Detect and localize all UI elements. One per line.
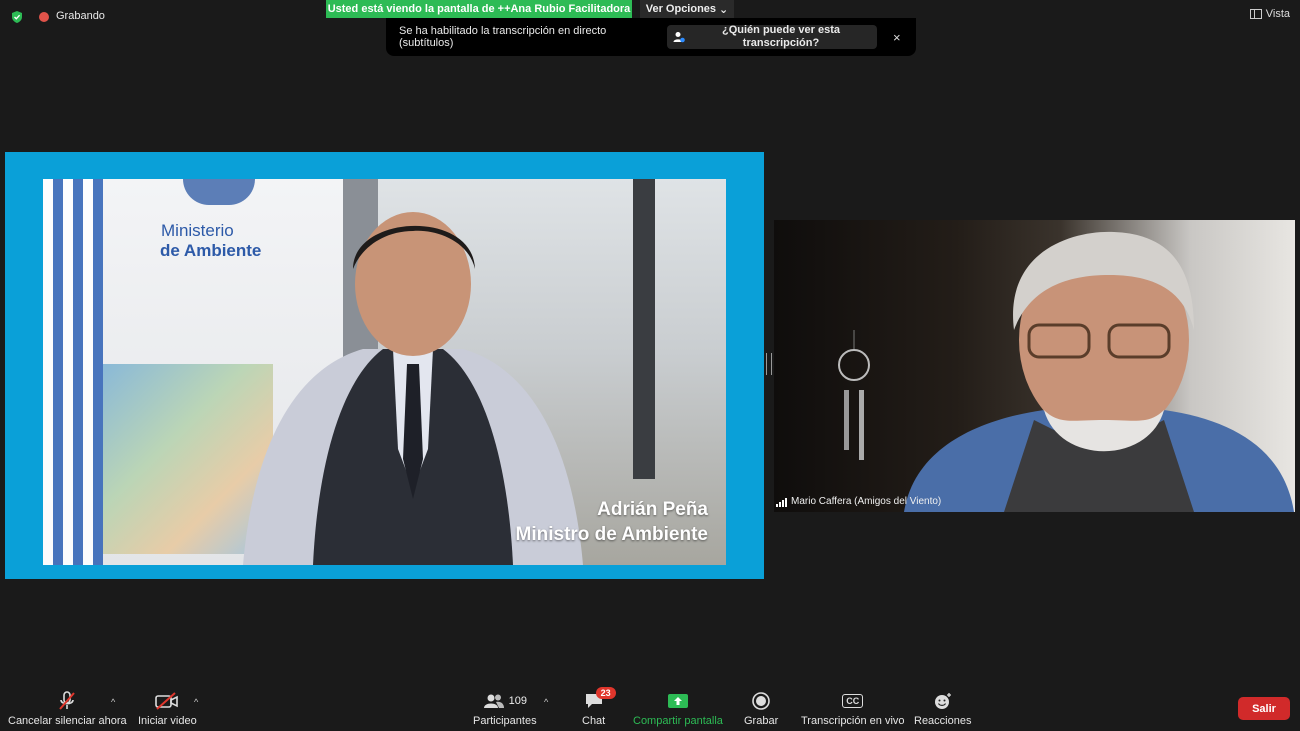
flag-graphic (43, 179, 103, 565)
shared-video-frame: Ministerio de Ambiente Adrián Peña Minis… (43, 179, 726, 565)
speaker-title-caption: Ministro de Ambiente (515, 524, 708, 545)
leave-button[interactable]: Salir (1238, 697, 1290, 720)
security-shield-icon[interactable] (10, 10, 24, 24)
reactions-button[interactable]: Reacciones (914, 690, 971, 730)
chat-icon-wrap: 23 (584, 687, 616, 712)
participants-button[interactable]: 109 Participantes (473, 690, 537, 730)
reactions-label: Reacciones (914, 715, 972, 727)
closed-caption-icon: CC (842, 690, 864, 712)
speaker-figure (243, 212, 583, 565)
microphone-muted-icon (58, 690, 76, 712)
participant-name: Mario Caffera (Amigos del Viento) (791, 496, 942, 507)
screen-share-banner: Usted está viendo la pantalla de ++Ana R… (326, 0, 632, 18)
split-drag-handle[interactable] (766, 353, 772, 375)
window-frame (633, 179, 655, 479)
share-screen-button[interactable]: Compartir pantalla (633, 690, 723, 730)
participant-video-tile[interactable]: Mario Caffera (Amigos del Viento) (774, 220, 1295, 512)
view-layout-icon (1249, 9, 1262, 19)
audio-options-chevron-icon[interactable]: ^ (111, 697, 115, 707)
signal-strength-icon (776, 497, 787, 507)
video-options-chevron-icon[interactable]: ^ (194, 697, 198, 707)
participants-label: Participantes (473, 715, 537, 727)
view-label: Vista (1265, 8, 1290, 20)
speaker-name-caption: Adrián Peña (597, 499, 708, 520)
share-screen-icon (667, 690, 689, 712)
video-off-icon (155, 690, 179, 712)
chat-button[interactable]: 23 Chat (582, 687, 616, 730)
mute-button[interactable]: Cancelar silenciar ahora (8, 690, 127, 730)
participant-figure (904, 231, 1294, 512)
record-icon (752, 690, 770, 712)
notice-text: Se ha habilitado la transcripción en dir… (399, 25, 607, 49)
who-button-label: ¿Quién puede ver esta transcripción? (722, 24, 840, 49)
recording-label: Grabando (56, 10, 105, 22)
record-button[interactable]: Grabar (744, 690, 778, 730)
who-can-see-transcript-button[interactable]: ¿Quién puede ver esta transcripción? (667, 24, 877, 49)
ministry-sign-line1: Ministerio (161, 221, 234, 240)
view-options-button[interactable]: Ver Opciones ⌄ (640, 0, 734, 18)
participants-count: 109 (508, 695, 527, 707)
mute-label: Cancelar silenciar ahora (8, 715, 127, 727)
chevron-down-icon: ⌄ (719, 3, 729, 16)
start-video-button[interactable]: Iniciar video (138, 690, 197, 730)
view-button[interactable]: Vista (1249, 8, 1290, 20)
user-info-icon (673, 32, 685, 43)
close-icon[interactable]: × (893, 30, 901, 45)
chat-unread-badge: 23 (595, 687, 616, 699)
share-screen-label: Compartir pantalla (633, 715, 723, 727)
record-label: Grabar (744, 715, 779, 727)
smiley-icon (933, 690, 953, 712)
cc-icon-text: CC (842, 694, 864, 708)
participants-options-chevron-icon[interactable]: ^ (544, 697, 548, 707)
transcription-notice: Se ha habilitado la transcripción en dir… (386, 18, 916, 56)
participants-icon (483, 694, 504, 708)
recording-icon (39, 12, 49, 22)
live-transcription-label: Transcripción en vivo (801, 715, 905, 727)
view-options-label: Ver Opciones (645, 3, 717, 15)
participants-icon-group: 109 (483, 690, 527, 712)
live-transcription-button[interactable]: CC Transcripción en vivo (801, 690, 905, 730)
chat-label: Chat (582, 715, 606, 727)
participant-name-bar: Mario Caffera (Amigos del Viento) (776, 496, 941, 507)
dreamcatcher-graphic (838, 330, 870, 460)
start-video-label: Iniciar video (138, 715, 197, 727)
